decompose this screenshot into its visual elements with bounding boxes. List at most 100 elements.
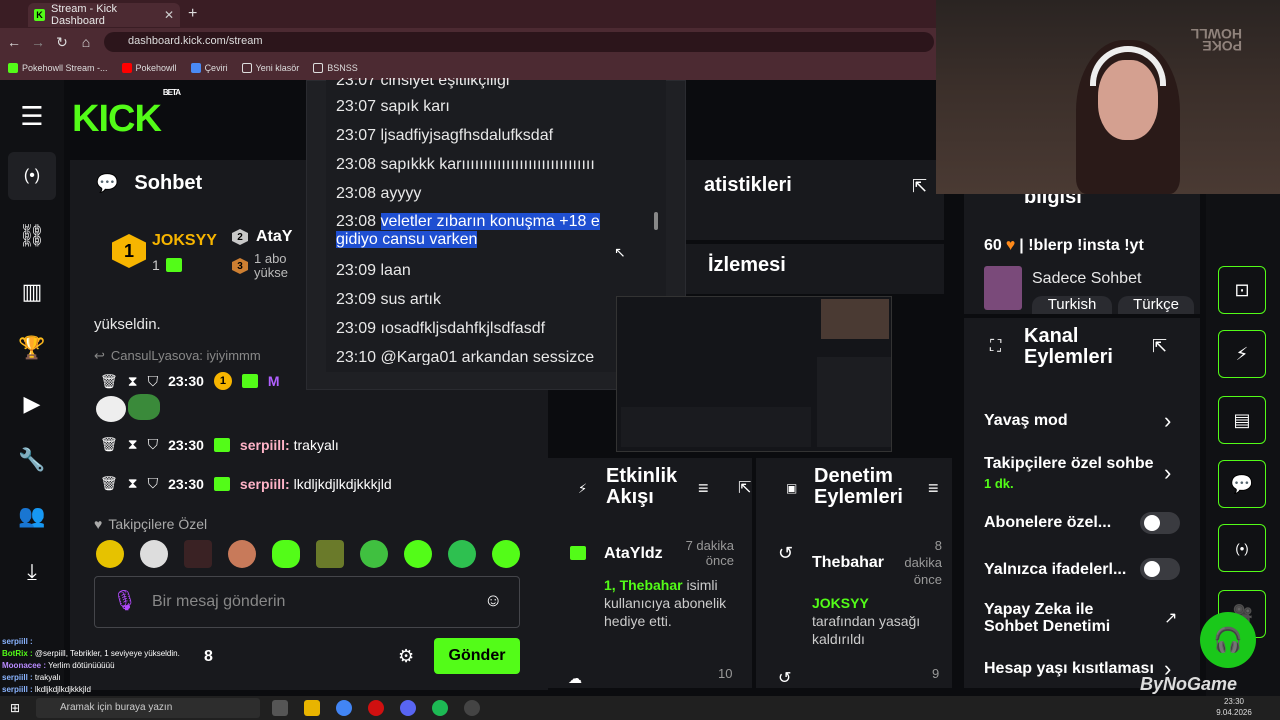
home-icon[interactable]: ⌂ [78,34,94,50]
chrome-icon[interactable] [336,700,352,716]
windows-start-icon[interactable]: ⊞ [10,701,20,715]
download-icon[interactable]: ⤓ [8,548,56,596]
stream-preview[interactable] [616,296,892,452]
hamburger-menu-icon[interactable]: ☰ [8,92,56,140]
youtube-icon [121,63,132,73]
reload-icon[interactable]: ↻ [54,34,70,51]
wrench-icon[interactable]: 🔧 [8,436,56,484]
microphone-icon[interactable]: 🎙 [112,588,137,613]
delete-icon[interactable]: 🗑 [100,436,118,453]
history-time: 23:08 [336,156,377,173]
broadcast-icon[interactable]: (•) [1218,524,1266,572]
timeout-icon[interactable]: ⧗ [128,436,138,453]
chat-bubble-icon[interactable]: 💬 [1218,460,1266,508]
emote-icon[interactable] [272,540,300,568]
ai-moderation-label[interactable]: Yapay Zeka ile Sohbet Denetimi [984,601,1144,635]
chat-history-line: 23:09 sus artık [336,291,636,309]
emote-icon[interactable] [316,540,344,568]
forward-arrow-icon[interactable]: → [30,34,46,50]
followers-only-label[interactable]: Takipçilere özel sohbe [984,455,1154,473]
category-thumbnail[interactable] [984,266,1022,310]
moderation-next-time: 9 [932,666,940,681]
taskbar-search-input[interactable]: Aramak için buraya yazın [36,698,260,718]
history-text: cinsiyet eşitlikçiligi [380,78,510,89]
gifter-2-name[interactable]: AtaY [256,228,292,246]
broadcast-icon[interactable]: (•) [8,152,56,200]
popout-icon[interactable]: ⇱ [1152,336,1167,357]
notes-icon[interactable]: ▤ [1218,396,1266,444]
external-link-icon[interactable]: ↗ [1164,608,1177,628]
subscribers-only-toggle[interactable] [1140,512,1180,534]
popout-icon[interactable]: ⇱ [738,478,751,498]
lightning-icon[interactable]: ⚡ [1218,330,1266,378]
moderation-user[interactable]: Thebahar [812,554,884,572]
kick-logo[interactable]: KICKBETA [72,88,181,141]
link-icon[interactable]: ⛓ [8,212,56,260]
browser-tab[interactable]: K Stream - Kick Dashboard ✕ [28,3,180,27]
category-name[interactable]: Sadece Sohbet [1032,270,1141,288]
filter-icon[interactable]: ≡ [928,478,939,499]
emote-icon[interactable] [184,540,212,568]
bookmark-folder[interactable]: Yeni klasör [241,63,299,73]
analytics-icon[interactable]: ▥ [8,268,56,316]
emote-icon[interactable] [448,540,476,568]
overlay-chat-line: serpiill : trakyalı [2,673,61,682]
message-user[interactable]: serpiill: [240,476,290,492]
emote-icon[interactable] [228,540,256,568]
tag-chip[interactable]: Turkish [1032,296,1112,314]
bookmark-item[interactable]: Pokehowll Stream -... [8,63,108,73]
ban-icon[interactable]: ⛉ [148,436,159,453]
ban-icon[interactable]: ⛉ [148,475,159,492]
scrollbar-thumb[interactable] [654,212,658,230]
discord-icon[interactable] [400,700,416,716]
bookmark-folder[interactable]: BSNSS [313,63,358,73]
file-explorer-icon[interactable] [304,700,320,716]
send-button[interactable]: Gönder [434,638,520,674]
spotify-icon[interactable] [432,700,448,716]
chat-message-row: 🗑 ⧗ ⛉ 23:30 serpiill: lkdljkdjlkdjkkkjld [100,475,392,492]
chevron-right-icon[interactable]: › [1164,408,1171,434]
video-icon[interactable]: ▶ [8,380,56,428]
delete-icon[interactable]: 🗑 [100,373,118,390]
url-input[interactable]: dashboard.kick.com/stream [104,32,934,52]
support-headset-icon[interactable]: 🎧 [1200,612,1256,668]
tag-chip[interactable]: Türkçe [1118,296,1194,314]
top-gifter-name[interactable]: JOKSYY [152,232,217,250]
emote-icon[interactable] [140,540,168,568]
opera-icon[interactable] [368,700,384,716]
bookmark-item[interactable]: Pokehowll [121,63,177,73]
chevron-right-icon[interactable]: › [1164,460,1171,486]
settings-gear-icon[interactable]: ⚙ [398,646,414,667]
emote-icon[interactable] [492,540,520,568]
ban-icon[interactable]: ⛉ [148,373,159,390]
emoji-picker-icon[interactable]: ☺ [484,590,502,611]
emote-icon[interactable] [96,540,124,568]
emote-icon[interactable] [360,540,388,568]
emotes-only-toggle[interactable] [1140,558,1180,580]
timeout-icon[interactable]: ⧗ [128,475,138,492]
message-user[interactable]: serpiill: [240,437,290,453]
users-icon[interactable]: 👥 [8,492,56,540]
emote-icon[interactable] [404,540,432,568]
stream-title-row: 60 ♥ | !blerp !insta !yt [984,237,1144,254]
close-tab-icon[interactable]: ✕ [164,8,174,22]
obs-icon[interactable] [464,700,480,716]
task-view-icon[interactable] [272,700,288,716]
message-user[interactable]: M [268,373,280,389]
activity-user[interactable]: AtaYldz [604,545,663,563]
preview-panel [621,407,811,447]
new-tab-button[interactable]: + [188,5,197,23]
timeout-icon[interactable]: ⧗ [128,373,138,390]
filter-icon[interactable]: ≡ [698,478,709,499]
trophy-icon[interactable]: 🏆 [8,324,56,372]
bookmark-item[interactable]: Çeviri [190,63,228,73]
moderation-title: Denetim Eylemleri [814,465,903,508]
account-age-label[interactable]: Hesap yaşı kısıtlaması [984,660,1154,678]
delete-icon[interactable]: 🗑 [100,475,118,492]
back-arrow-icon[interactable]: ← [6,34,22,50]
chat-input-placeholder[interactable]: Bir mesaj gönderin [152,593,285,611]
popout-icon[interactable]: ⇱ [912,176,927,197]
history-time: 23:08 [336,185,377,202]
slow-mode-label[interactable]: Yavaş mod [984,412,1068,430]
screen-capture-icon[interactable]: ⊡ [1218,266,1266,314]
